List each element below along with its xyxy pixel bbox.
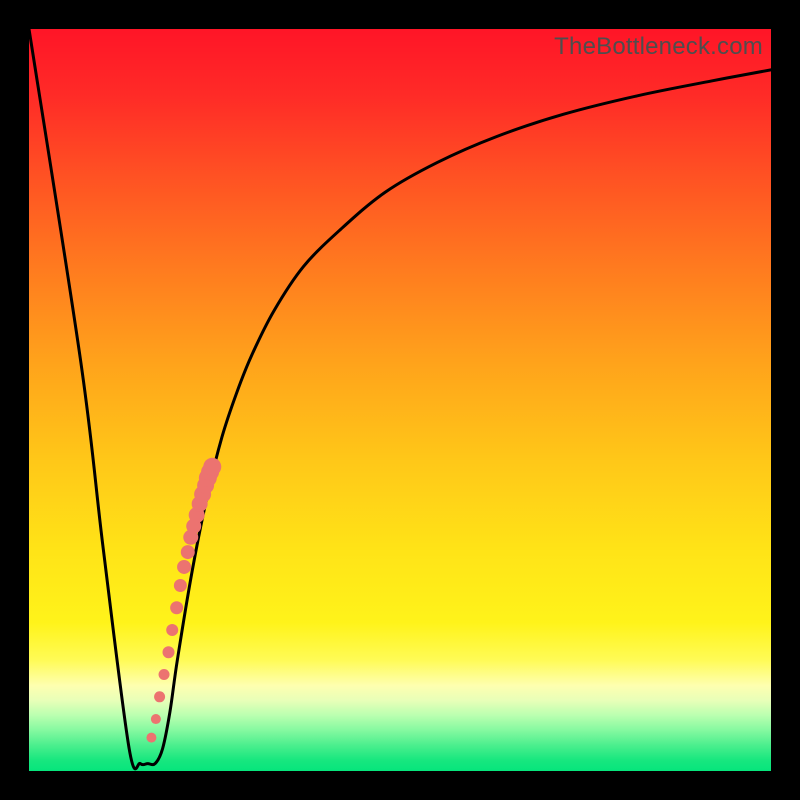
watermark-text: TheBottleneck.com [554, 33, 763, 61]
gpu-point [174, 579, 187, 592]
gpu-point [166, 624, 178, 636]
gpu-point [146, 733, 156, 743]
gpu-point [151, 714, 161, 724]
gpu-point [181, 545, 195, 559]
curve-layer [29, 29, 771, 771]
gpu-point [163, 646, 175, 658]
gpu-point [203, 458, 221, 476]
gpu-point [159, 669, 170, 680]
gpu-scatter [146, 458, 221, 743]
chart-frame: TheBottleneck.com [0, 0, 800, 800]
gpu-point [154, 691, 165, 702]
gpu-point [170, 601, 183, 614]
plot-area: TheBottleneck.com [29, 29, 771, 771]
gpu-point [177, 560, 191, 574]
bottleneck-curve [29, 29, 771, 769]
